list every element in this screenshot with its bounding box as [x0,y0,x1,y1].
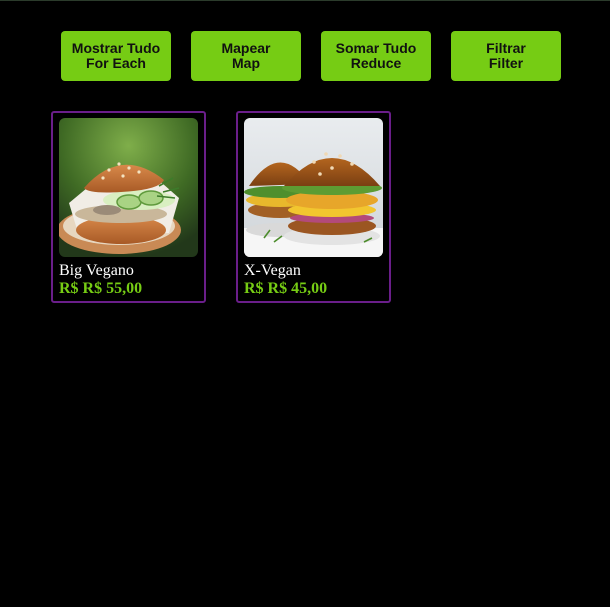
map-button[interactable]: Mapear Map [191,31,301,81]
map-label-pt: Mapear [221,40,271,56]
show-all-button[interactable]: Mostrar Tudo For Each [61,31,171,81]
filter-button[interactable]: Filtrar Filter [451,31,561,81]
product-list: Big Vegano R$ R$ 55,00 X-Vegan R$ R$ 45,… [51,111,391,303]
product-price: R$ R$ 55,00 [59,280,143,297]
top-border-line [0,0,610,1]
filter-label-pt: Filtrar [486,40,526,56]
filter-label-en: Filter [488,55,524,71]
reduce-label-pt: Somar Tudo [335,40,417,56]
product-image-big-vegano [59,118,198,257]
product-name: Big Vegano [59,262,134,279]
product-name: X-Vegan [244,262,301,279]
product-image-x-vegan [244,118,383,257]
show-all-label-en: For Each [86,55,146,71]
action-buttons: Mostrar Tudo For Each Mapear Map Somar T… [61,31,561,81]
show-all-label-pt: Mostrar Tudo [71,40,161,56]
reduce-button[interactable]: Somar Tudo Reduce [321,31,431,81]
product-card-big-vegano: Big Vegano R$ R$ 55,00 [51,111,206,303]
product-card-x-vegan: X-Vegan R$ R$ 45,00 [236,111,391,303]
reduce-label-en: Reduce [350,55,402,71]
product-price: R$ R$ 45,00 [244,280,328,297]
map-label-en: Map [232,55,260,71]
